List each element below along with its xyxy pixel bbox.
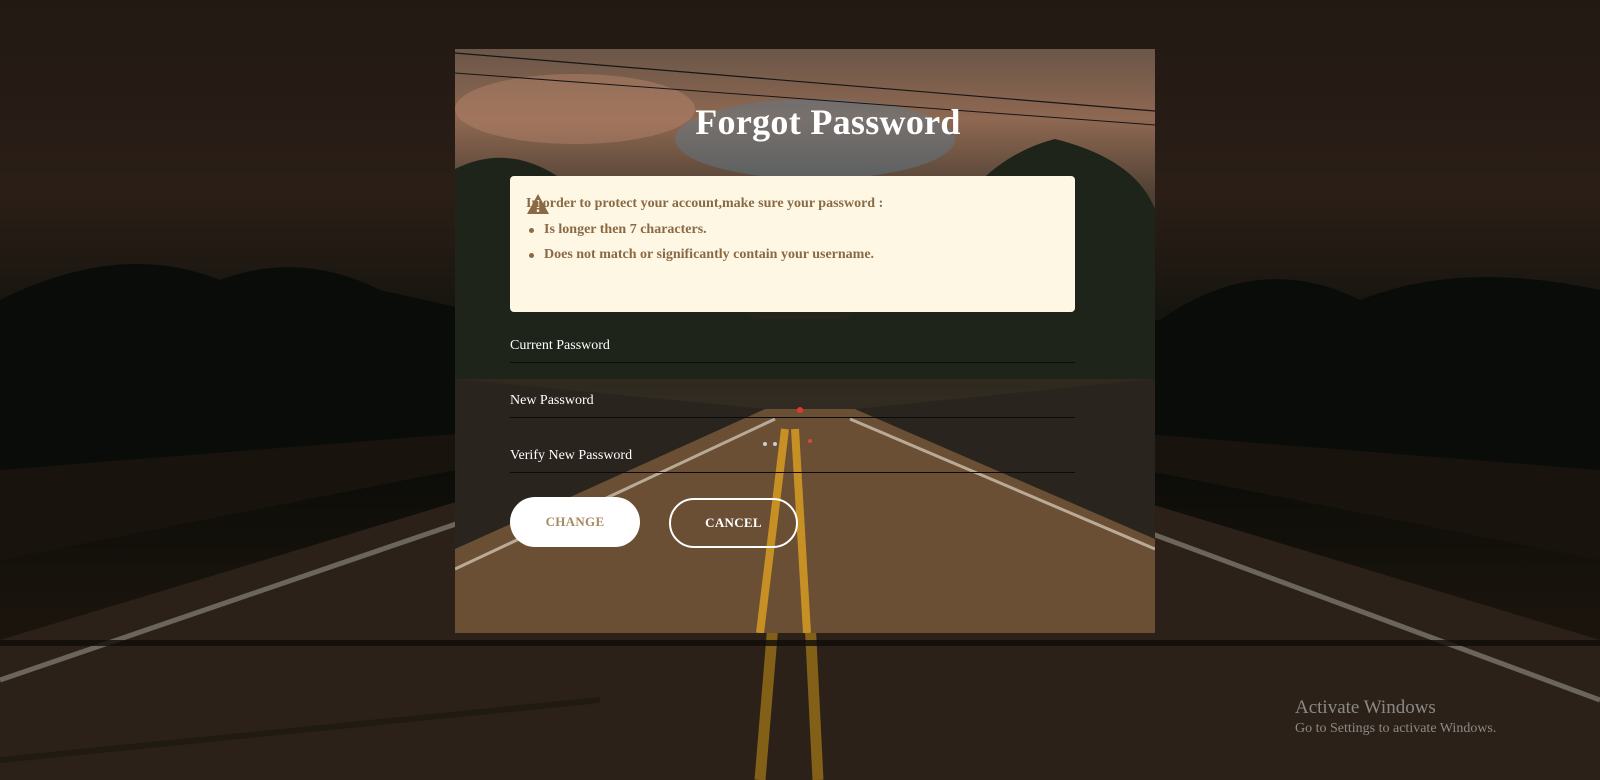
password-requirements-notice: In order to protect your account,make su… (510, 176, 1075, 312)
list-item: Does not match or significantly contain … (528, 242, 874, 267)
activate-windows-watermark: Activate Windows Go to Settings to activ… (1295, 697, 1496, 739)
verify-password-input[interactable] (510, 438, 1079, 474)
page-title: Forgot Password (695, 102, 961, 142)
cancel-button[interactable]: CANCEL (669, 498, 798, 548)
current-password-field[interactable]: Current Password (510, 328, 1079, 364)
current-password-input[interactable] (510, 328, 1079, 364)
watermark-subtitle: Go to Settings to activate Windows. (1295, 721, 1497, 736)
new-password-input[interactable] (510, 383, 1079, 419)
notice-heading: In order to protect your account,make su… (526, 196, 884, 211)
list-item: Is longer then 7 characters. (528, 217, 874, 242)
new-password-field[interactable]: New Password (510, 383, 1079, 419)
verify-password-field[interactable]: Verify New Password (510, 438, 1079, 474)
requirements-list: Is longer then 7 characters. Does not ma… (526, 217, 874, 267)
change-button[interactable]: CHANGE (510, 497, 640, 547)
watermark-title: Activate Windows (1295, 697, 1436, 718)
forgot-password-card: Forgot Password In order to protect your… (455, 49, 1155, 633)
